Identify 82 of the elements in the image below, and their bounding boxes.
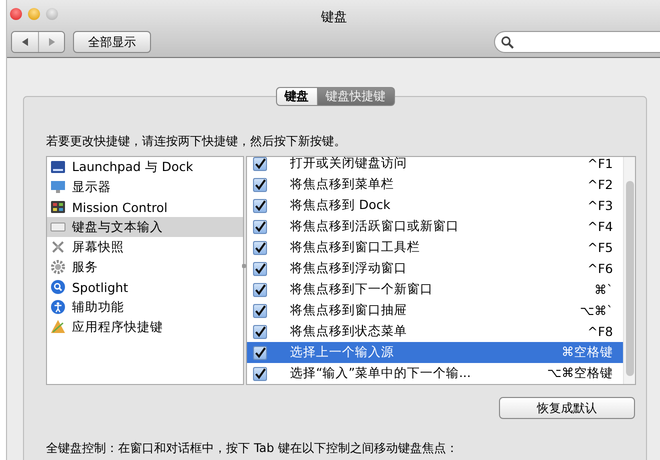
shortcut-label: 将焦点移到窗口工具栏: [290, 239, 421, 256]
scrollbar-thumb[interactable]: [626, 181, 634, 376]
resize-handle[interactable]: [242, 264, 246, 268]
shortcut-label: 将焦点移到 Dock: [290, 197, 392, 214]
category-label: Spotlight: [72, 280, 128, 294]
display-icon: [50, 179, 66, 195]
shortcut-row[interactable]: 将焦点移到状态菜单 ^F8: [247, 321, 623, 342]
back-button[interactable]: [12, 32, 38, 52]
category-item[interactable]: 屏幕快照: [47, 237, 243, 257]
tab[interactable]: 键盘快捷键: [318, 87, 394, 106]
close-button[interactable]: [10, 8, 22, 20]
category-label: Launchpad 与 Dock: [72, 158, 194, 176]
checkbox[interactable]: [253, 262, 267, 276]
shortcut-label: 将焦点移到浮动窗口: [290, 260, 408, 277]
gear-icon: [50, 259, 66, 275]
category-label: 辅助功能: [72, 298, 124, 316]
checkbox[interactable]: [253, 366, 267, 380]
forward-icon: [46, 37, 56, 47]
shortcut-keys: ^F1: [563, 157, 623, 171]
shortcut-label: 选择上一个输入源: [290, 344, 395, 361]
shortcut-keys: ⌘`: [563, 282, 623, 297]
category-item[interactable]: 服务: [47, 257, 243, 277]
checkbox[interactable]: [253, 282, 267, 296]
window-title: 键盘: [321, 10, 347, 25]
category-label: Mission Control: [72, 200, 168, 214]
search-field[interactable]: [494, 31, 660, 53]
shortcut-row[interactable]: 将焦点移到下一个新窗口 ⌘`: [247, 279, 623, 300]
checkbox[interactable]: [253, 240, 267, 254]
shortcut-keys: ^F4: [563, 219, 623, 234]
shortcut-keys: ^F2: [563, 177, 623, 192]
category-label: 键盘与文本输入: [72, 218, 163, 236]
checkbox[interactable]: [253, 346, 267, 360]
footer-text: 全键盘控制：在窗口和对话框中，按下 Tab 键在以下控制之间移动键盘焦点：: [46, 440, 459, 457]
shortcut-label: 将焦点移到活跃窗口或新窗口: [290, 218, 460, 235]
shortcut-row[interactable]: 将焦点移到活跃窗口或新窗口 ^F4: [247, 216, 623, 237]
checkbox[interactable]: [253, 198, 267, 212]
shortcut-row[interactable]: 选择上一个输入源 ⌘空格键: [247, 342, 623, 363]
shortcut-row[interactable]: 选择“输入”菜单中的下一个输... ⌥⌘空格键: [247, 363, 623, 384]
accessibility-icon: [50, 299, 66, 315]
checkbox[interactable]: [253, 157, 267, 170]
shortcut-keys: ^F5: [563, 240, 623, 255]
shortcut-keys: ⌥⌘空格键: [547, 365, 623, 382]
checkbox[interactable]: [253, 324, 267, 338]
shortcut-row[interactable]: 将焦点移到 Dock ^F3: [247, 195, 623, 216]
shortcut-row[interactable]: 将焦点移到菜单栏 ^F2: [247, 174, 623, 195]
shortcut-keys: ⌘空格键: [562, 344, 623, 361]
shortcut-row[interactable]: 将焦点移到浮动窗口 ^F6: [247, 258, 623, 279]
category-item[interactable]: 键盘与文本输入: [47, 217, 243, 237]
shortcut-label: 将焦点移到窗口抽屉: [290, 302, 408, 319]
search-icon: [50, 279, 66, 295]
checkbox[interactable]: [253, 178, 267, 192]
shortcut-row[interactable]: 将焦点移到窗口工具栏 ^F5: [247, 237, 623, 258]
restore-defaults-button[interactable]: 恢复成默认: [499, 397, 635, 419]
category-label: 应用程序快捷键: [72, 318, 163, 336]
shortcut-keys: ^F3: [563, 198, 623, 213]
category-item[interactable]: 应用程序快捷键: [47, 317, 243, 337]
shortcut-keys: ^F8: [563, 324, 623, 339]
category-item[interactable]: Spotlight: [47, 277, 243, 297]
category-item[interactable]: Launchpad 与 Dock: [47, 157, 243, 177]
category-item[interactable]: 显示器: [47, 177, 243, 197]
windows-icon: [50, 199, 66, 215]
dock-icon: [50, 159, 66, 175]
shortcut-row[interactable]: 将焦点移到窗口抽屉 ⌥⌘`: [247, 300, 623, 321]
shortcut-label: 将焦点移到菜单栏: [290, 176, 395, 193]
shortcut-keys: ⌥⌘`: [563, 303, 623, 318]
checkbox[interactable]: [253, 220, 267, 234]
search-icon: [501, 36, 514, 48]
shortcut-label: 选择“输入”菜单中的下一个输...: [290, 365, 472, 382]
instruction-text: 若要更改快捷键，请连按两下快捷键，然后按下新按键。: [46, 133, 347, 150]
show-all-button[interactable]: 全部显示: [73, 31, 151, 53]
shortcut-label: 将焦点移到下一个新窗口: [290, 281, 434, 298]
category-item[interactable]: Mission Control: [47, 197, 243, 217]
category-item[interactable]: 辅助功能: [47, 297, 243, 317]
shortcut-label: 将焦点移到状态菜单: [290, 323, 408, 340]
category-label: 屏幕快照: [72, 238, 124, 256]
category-label: 显示器: [72, 178, 111, 196]
tools-icon: [50, 319, 66, 335]
tab[interactable]: 键盘: [276, 87, 318, 106]
checkbox[interactable]: [253, 304, 267, 318]
category-label: 服务: [72, 258, 98, 276]
shortcut-keys: ^F6: [563, 261, 623, 276]
back-icon: [20, 37, 30, 47]
